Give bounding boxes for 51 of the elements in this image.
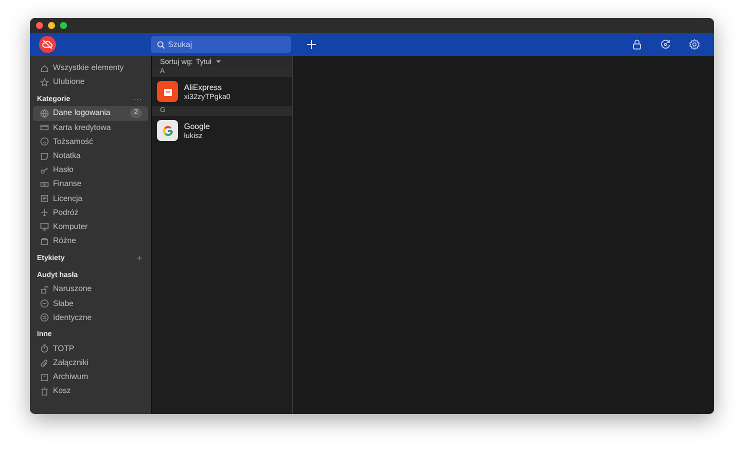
sidebar-item[interactable]: Załączniki bbox=[33, 356, 148, 370]
trash-can-icon bbox=[40, 386, 49, 396]
sidebar-item[interactable]: Finanse bbox=[33, 177, 148, 192]
section-action-button[interactable]: + bbox=[136, 252, 142, 265]
caret-icon[interactable] bbox=[216, 60, 222, 64]
entry-title: Google bbox=[184, 122, 210, 130]
sidebar-item[interactable]: Tożsamość bbox=[33, 134, 148, 149]
sidebar-item[interactable]: Licencja bbox=[33, 192, 148, 206]
star-icon bbox=[40, 78, 49, 87]
sidebar-item[interactable]: Ulubione bbox=[33, 75, 148, 90]
sidebar-item[interactable]: Karta kredytowa bbox=[33, 120, 148, 135]
monitor-icon bbox=[40, 222, 49, 232]
sidebar-item[interactable]: Wszystkie elementy bbox=[33, 61, 148, 76]
credit-card-icon bbox=[40, 123, 49, 132]
airplane-icon bbox=[40, 208, 49, 218]
sidebar-item[interactable]: Podróż bbox=[33, 206, 148, 220]
entry-title: AliExpress bbox=[184, 82, 223, 92]
globe-icon bbox=[40, 108, 49, 118]
timer-icon bbox=[40, 344, 49, 354]
face-icon bbox=[40, 137, 49, 146]
section-action-button[interactable]: ··· bbox=[133, 92, 142, 106]
open-padlock-icon bbox=[40, 284, 49, 294]
sidebar-item[interactable]: Notatka bbox=[33, 148, 148, 164]
cloud-logo-icon bbox=[39, 36, 56, 53]
note-icon bbox=[40, 152, 49, 161]
sync-button[interactable] bbox=[660, 39, 671, 50]
sidebar-item[interactable]: Naruszone bbox=[33, 282, 148, 296]
sidebar-item[interactable]: Archiwum bbox=[33, 370, 148, 384]
sidebar-item[interactable]: Identyczne bbox=[33, 310, 148, 325]
archive-icon bbox=[40, 372, 49, 382]
search-field[interactable]: Szukaj bbox=[151, 36, 291, 53]
minimize-button[interactable] bbox=[48, 22, 55, 29]
sidebar-item[interactable]: Słabe bbox=[33, 296, 148, 311]
home-icon bbox=[40, 64, 49, 73]
paperclip-icon bbox=[40, 358, 49, 368]
sidebar-item[interactable]: Komputer bbox=[33, 220, 148, 234]
add-button[interactable] bbox=[307, 40, 316, 49]
settings-button[interactable] bbox=[689, 39, 700, 50]
sidebar-item[interactable]: Kosz bbox=[33, 384, 148, 399]
sidebar-item[interactable]: TOTP bbox=[33, 342, 148, 356]
key-icon bbox=[40, 166, 49, 175]
banknote-icon bbox=[40, 180, 49, 189]
sidebar-item[interactable]: Różne bbox=[33, 234, 148, 248]
zoom-button[interactable] bbox=[60, 22, 67, 29]
g-logo-icon bbox=[157, 120, 178, 141]
shopping-bag-logo-icon bbox=[157, 81, 178, 102]
box-icon bbox=[40, 236, 49, 246]
lock-button[interactable] bbox=[632, 39, 642, 50]
close-button[interactable] bbox=[36, 22, 43, 29]
license-icon bbox=[40, 194, 49, 204]
sidebar-item[interactable]: Hasło bbox=[33, 163, 148, 178]
